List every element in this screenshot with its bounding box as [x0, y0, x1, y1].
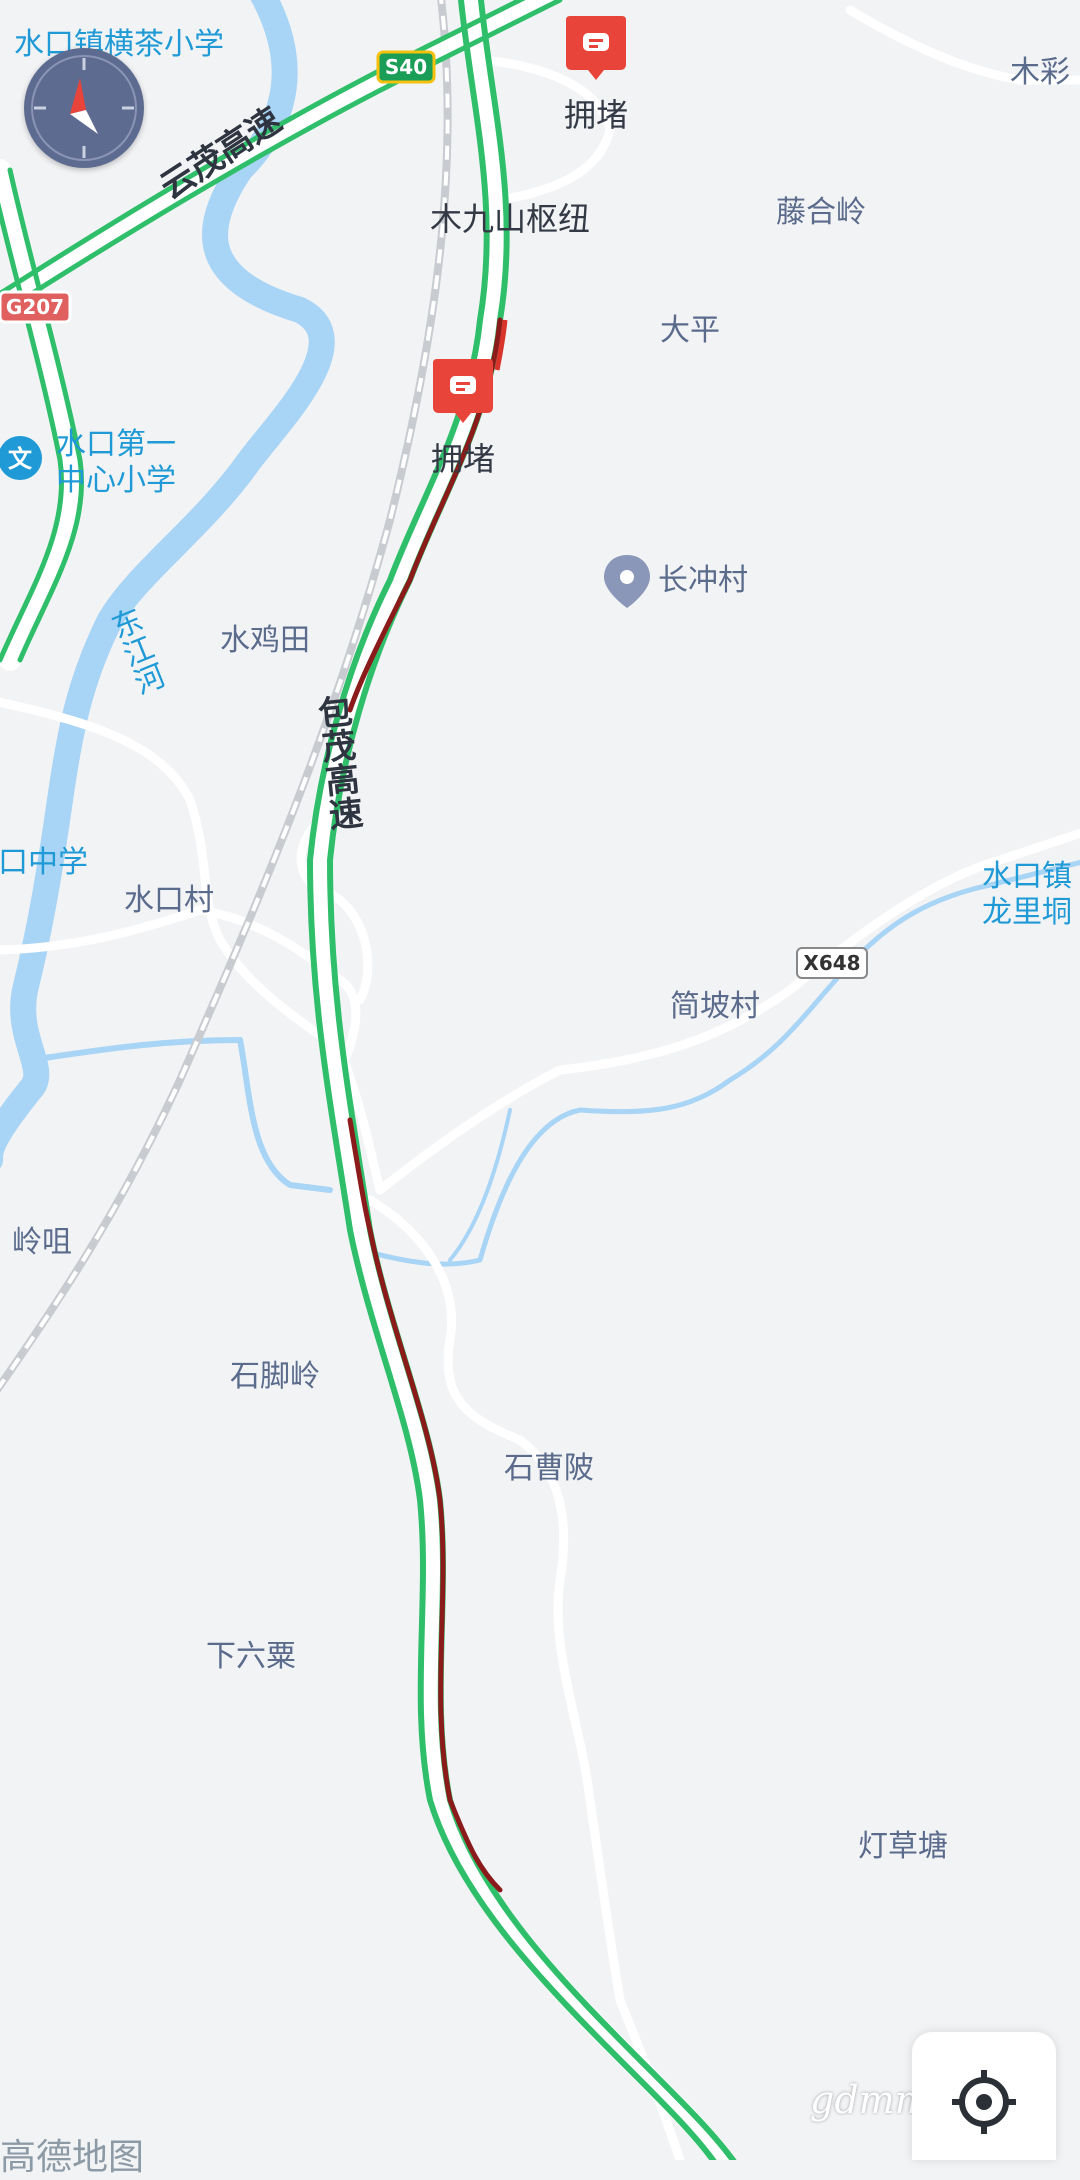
brand-logo-text: 高德地图 — [0, 2137, 145, 2178]
place-shuikou-village: 水口村 — [124, 883, 214, 918]
poi-label-longlidong-line2: 龙里垌 — [982, 895, 1072, 930]
shield-x648: X648 — [796, 947, 868, 979]
village-pin-dot — [620, 570, 634, 584]
hub-label: 木九山枢纽 — [430, 200, 590, 238]
compass-button[interactable] — [24, 48, 144, 168]
traffic-event-1-label: 拥堵 — [564, 96, 628, 134]
place-ling-ju: 岭咀 — [12, 1225, 72, 1260]
map-canvas[interactable]: 云茂高速 包茂高速 东江河 S40 G207 X648 水口镇横茶小学 文 水口… — [0, 0, 1080, 2160]
place-shuiji-tian: 水鸡田 — [220, 623, 310, 658]
poi-longlidong[interactable]: 水口镇 龙里垌 — [982, 859, 1072, 930]
traffic-event-2-label: 拥堵 — [431, 440, 495, 478]
poi-label-longlidong-line1: 水口镇 — [982, 859, 1072, 894]
place-changchong-label: 长冲村 — [658, 563, 748, 598]
place-shicao-bei: 石曹陂 — [504, 1451, 594, 1486]
compass-icon — [31, 55, 137, 161]
svg-text:S40: S40 — [385, 55, 427, 79]
poi-label-diyi-line2: 中心小学 — [56, 463, 176, 498]
poi-label-middle-school[interactable]: 口中学 — [0, 845, 88, 880]
place-tenghe-ling: 藤合岭 — [776, 195, 866, 230]
place-xia-liusu: 下六粟 — [206, 1639, 296, 1674]
locate-button[interactable] — [912, 2032, 1056, 2160]
school-icon-glyph: 文 — [8, 445, 33, 473]
crosshair-icon — [952, 2070, 1016, 2134]
svg-text:G207: G207 — [6, 295, 64, 319]
place-mucai: 木彩 — [1010, 55, 1070, 90]
place-shijiao-ling: 石脚岭 — [230, 1359, 320, 1394]
svg-text:X648: X648 — [803, 951, 860, 975]
place-jianpo-village: 简坡村 — [670, 989, 760, 1024]
shield-s40: S40 — [376, 50, 436, 84]
shield-g207: G207 — [0, 290, 72, 324]
place-dengcao-tang: 灯草塘 — [858, 1829, 948, 1864]
place-daping: 大平 — [660, 313, 720, 348]
poi-label-diyi-line1: 水口第一 — [56, 427, 176, 462]
